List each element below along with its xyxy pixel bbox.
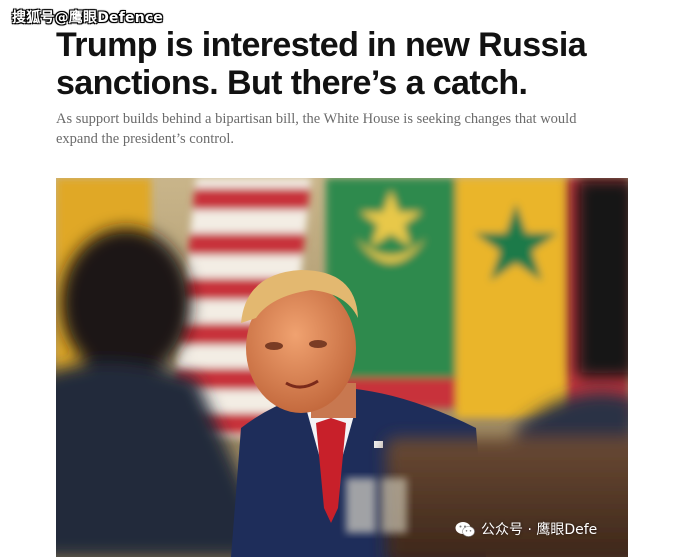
wechat-watermark-text: 公众号 · 鹰眼Defe <box>481 522 598 538</box>
headline: Trump is interested in new Russia sancti… <box>56 26 587 102</box>
watermark-top: 搜狐号@鹰眼Defence <box>12 10 164 26</box>
article-photo <box>56 178 628 557</box>
wechat-icon <box>455 521 475 538</box>
wechat-watermark: 公众号 · 鹰眼Defe <box>455 519 597 539</box>
dek: As support builds behind a bipartisan bi… <box>56 111 577 147</box>
